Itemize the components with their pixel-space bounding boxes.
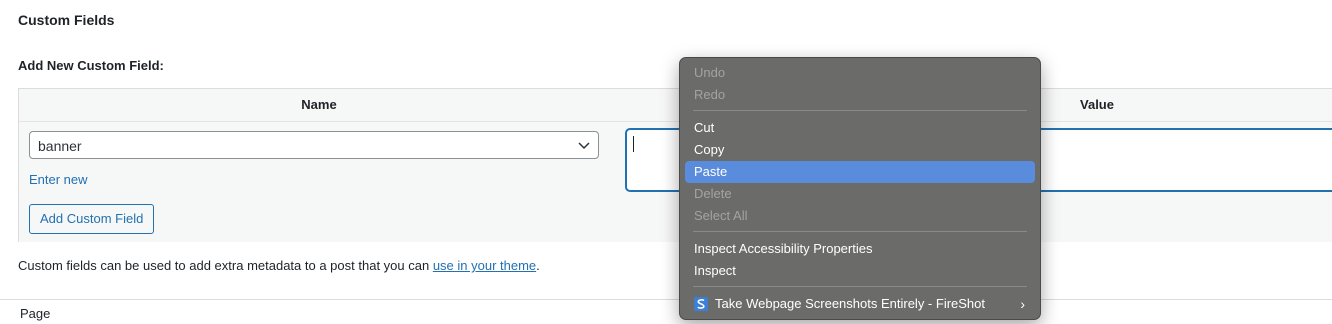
section-label: Add New Custom Field:: [18, 58, 164, 73]
menu-item-cut[interactable]: Cut: [685, 117, 1035, 139]
chevron-right-icon: ›: [1020, 296, 1025, 312]
chevron-down-icon: [578, 142, 590, 150]
menu-item-select-all[interactable]: Select All: [685, 205, 1035, 227]
menu-item-label: Undo: [694, 65, 726, 80]
menu-item-label: Cut: [694, 120, 715, 135]
menu-separator: [693, 286, 1027, 287]
column-header-name: Name: [301, 97, 337, 112]
menu-item-label: Delete: [694, 186, 732, 201]
menu-separator: [693, 231, 1027, 232]
menu-item-undo[interactable]: Undo: [685, 62, 1035, 84]
name-select-value: banner: [38, 138, 82, 154]
menu-item-label: Inspect: [694, 263, 736, 278]
use-in-theme-link[interactable]: use in your theme: [433, 258, 536, 273]
menu-item-fireshot[interactable]: Take Webpage Screenshots Entirely - Fire…: [685, 293, 1035, 315]
menu-item-paste[interactable]: Paste: [685, 161, 1035, 183]
fireshot-icon: [694, 296, 708, 311]
divider: [0, 299, 1332, 300]
menu-item-copy[interactable]: Copy: [685, 139, 1035, 161]
add-custom-field-button[interactable]: Add Custom Field: [29, 204, 155, 234]
menu-item-delete[interactable]: Delete: [685, 183, 1035, 205]
footnote-text: Custom fields can be used to add extra m…: [18, 258, 433, 273]
menu-item-inspect-accessibility[interactable]: Inspect Accessibility Properties: [685, 238, 1035, 260]
name-select[interactable]: banner: [29, 131, 599, 159]
footnote-end: .: [536, 258, 540, 273]
panel-title: Custom Fields: [18, 12, 115, 28]
menu-item-label: Copy: [694, 142, 725, 157]
menu-item-label: Paste: [694, 164, 728, 179]
menu-item-label: Inspect Accessibility Properties: [694, 241, 873, 256]
menu-item-label: Redo: [694, 87, 726, 102]
custom-fields-table: Name Value banner Enter new Add Custom F…: [18, 88, 1332, 242]
menu-item-label: Take Webpage Screenshots Entirely - Fire…: [715, 296, 986, 311]
menu-item-inspect[interactable]: Inspect: [685, 260, 1035, 282]
menu-item-redo[interactable]: Redo: [685, 84, 1035, 106]
context-menu: Undo Redo Cut Copy Paste Delete Select A…: [679, 57, 1041, 320]
footnote: Custom fields can be used to add extra m…: [18, 258, 540, 273]
enter-new-link[interactable]: Enter new: [29, 172, 88, 187]
table-header: Name Value: [19, 89, 1332, 122]
menu-separator: [693, 110, 1027, 111]
menu-item-label: Select All: [694, 208, 748, 223]
table-body: banner Enter new Add Custom Field: [19, 122, 1332, 242]
page-panel-label[interactable]: Page: [20, 306, 50, 321]
text-caret: [633, 136, 634, 152]
